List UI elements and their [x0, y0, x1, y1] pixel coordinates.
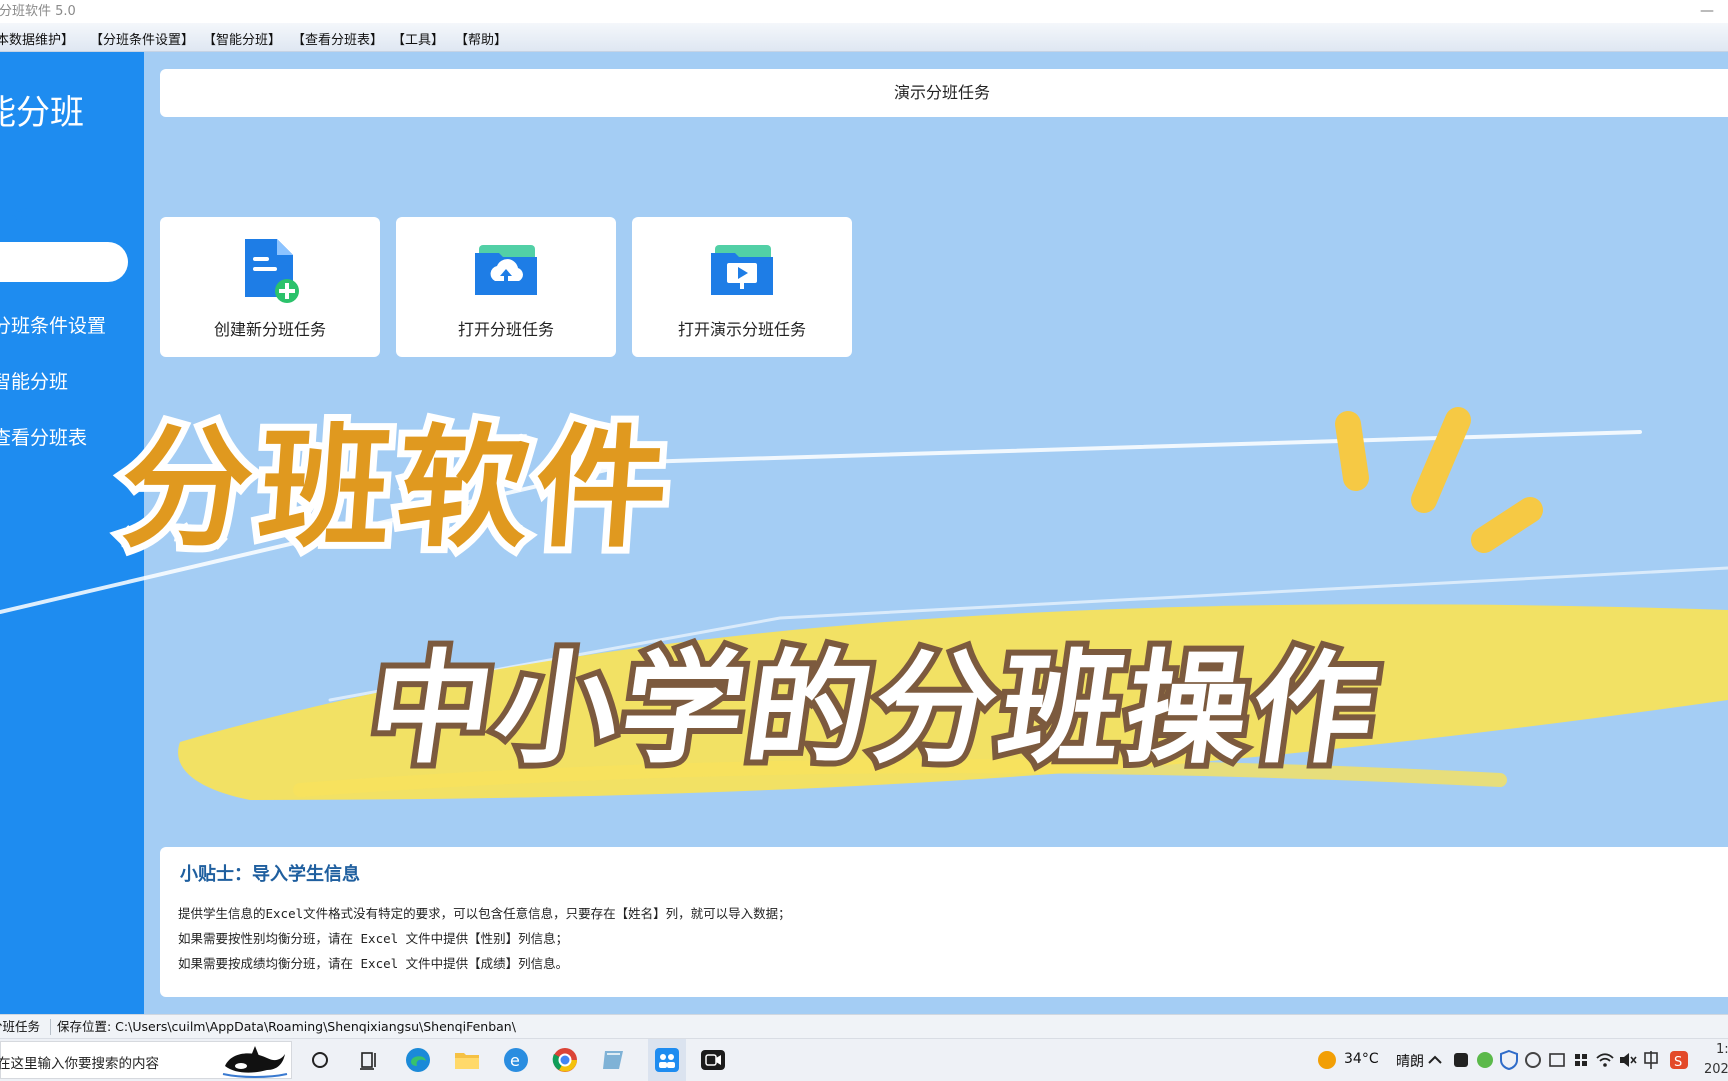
windows-taskbar: 在这里输入你要搜索的内容 e 34°C 晴朗 S 1: 202: [0, 1038, 1728, 1081]
app-brand: 能分班: [0, 93, 84, 133]
overlay-headline-software: 分班软件: [109, 405, 686, 573]
overlay-headline-operation: 中小学的分班操作: [355, 632, 1395, 786]
new-document-icon: [245, 239, 299, 303]
menu-class-conditions[interactable]: 【分班条件设置】: [90, 29, 194, 48]
tip-line-2: 如果需要按性别均衡分班，请在 Excel 文件中提供【性别】列信息；: [178, 931, 569, 946]
weather-temperature: 34°C: [1344, 1051, 1379, 1067]
taskbar-search-box[interactable]: 在这里输入你要搜索的内容: [0, 1041, 292, 1079]
sidebar-item-start[interactable]: 开始: [0, 200, 30, 227]
create-task-card[interactable]: 创建新分班任务: [160, 217, 380, 357]
video-recorder-icon[interactable]: [698, 1045, 728, 1075]
sidebar-item-basic-data[interactable]: 基本数据维护: [0, 255, 106, 282]
menu-bar: 本数据维护】 【分班条件设置】 【智能分班】 【查看分班表】 【工具】 【帮助】: [0, 23, 1728, 52]
file-explorer-icon[interactable]: [452, 1045, 482, 1075]
cloud-folder-icon: [475, 245, 537, 295]
task-view-icon[interactable]: [354, 1045, 384, 1075]
weather-sun-icon[interactable]: [1312, 1045, 1342, 1075]
orca-illustration-icon: [222, 1046, 288, 1078]
window-title: 能分班软件 5.0: [0, 4, 76, 19]
menu-help[interactable]: 【帮助】: [455, 29, 507, 48]
sidebar-item-smart-grouping[interactable]: 智能分班: [0, 367, 68, 394]
status-separator: [50, 1019, 51, 1035]
status-task: 分班任务: [0, 1019, 41, 1034]
cortana-icon[interactable]: [305, 1045, 335, 1075]
svg-text:e: e: [510, 1051, 520, 1070]
create-task-label: 创建新分班任务: [213, 320, 326, 339]
tip-line-3: 如果需要按成绩均衡分班，请在 Excel 文件中提供【成绩】列信息。: [178, 956, 569, 971]
menu-basic-data[interactable]: 本数据维护】: [0, 29, 74, 48]
sidebar-item-class-conditions[interactable]: 分班条件设置: [0, 311, 106, 338]
svg-text:S: S: [1674, 1055, 1682, 1070]
class-grouping-app-icon[interactable]: [652, 1045, 682, 1075]
tips-panel: 小贴士：导入学生信息 提供学生信息的Excel文件格式没有特定的要求，可以包含任…: [160, 847, 1728, 997]
sidebar-item-view-class-table[interactable]: 查看分班表: [0, 423, 87, 450]
open-demo-task-card[interactable]: 打开演示分班任务: [632, 217, 852, 357]
clock-time[interactable]: 1:: [1716, 1042, 1728, 1057]
chrome-browser-icon[interactable]: [550, 1045, 580, 1075]
menu-smart-grouping[interactable]: 【智能分班】: [203, 29, 281, 48]
menu-tools[interactable]: 【工具】: [392, 29, 444, 48]
input-method-icon[interactable]: [1636, 1045, 1666, 1075]
sogou-input-icon[interactable]: S: [1664, 1045, 1694, 1075]
status-save-location: 保存位置: C:\Users\cuilm\AppData\Roaming\She…: [57, 1019, 516, 1034]
presentation-folder-icon: [711, 245, 773, 295]
open-task-card[interactable]: 打开分班任务: [396, 217, 616, 357]
taskbar-search-placeholder: 在这里输入你要搜索的内容: [0, 1056, 159, 1072]
window-titlebar: 能分班软件 5.0 —: [0, 0, 1728, 23]
status-bar: 分班任务 保存位置: C:\Users\cuilm\AppData\Roamin…: [0, 1014, 1728, 1039]
ie-browser-icon[interactable]: e: [501, 1045, 531, 1075]
tip-line-1: 提供学生信息的Excel文件格式没有特定的要求，可以包含任意信息，只要存在【姓名…: [178, 906, 791, 921]
minimize-button[interactable]: —: [1700, 0, 1714, 23]
edge-browser-icon[interactable]: [403, 1045, 433, 1075]
menu-view-class-table[interactable]: 【查看分班表】: [292, 29, 383, 48]
notes-app-icon[interactable]: [599, 1045, 629, 1075]
open-demo-task-label: 打开演示分班任务: [677, 320, 806, 339]
clock-date[interactable]: 202: [1704, 1062, 1728, 1077]
current-task-title: 演示分班任务: [160, 69, 1728, 117]
tips-title: 小贴士：导入学生信息: [180, 864, 360, 885]
open-task-label: 打开分班任务: [457, 320, 554, 339]
